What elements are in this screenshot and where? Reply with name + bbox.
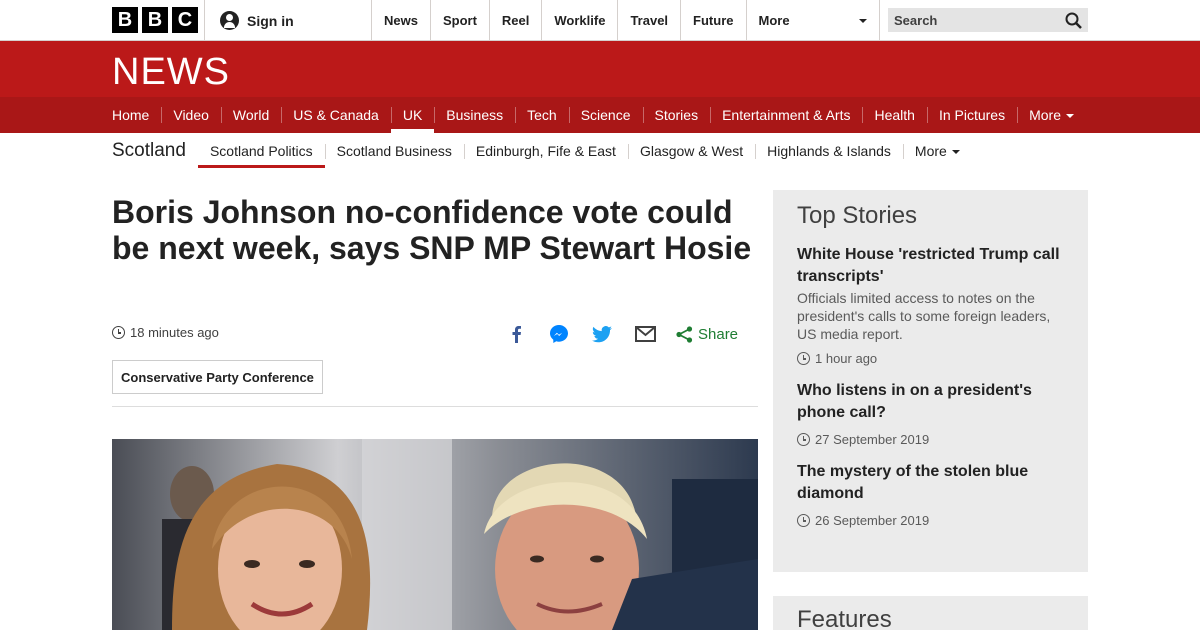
twitter-icon[interactable] xyxy=(590,322,614,346)
chevron-down-icon xyxy=(1066,114,1074,118)
top-nav-news[interactable]: News xyxy=(371,0,430,41)
search-box[interactable] xyxy=(888,8,1088,32)
section-nav-health[interactable]: Health xyxy=(862,97,926,133)
section-nav-home[interactable]: Home xyxy=(112,97,161,133)
top-story-title[interactable]: Who listens in on a president's phone ca… xyxy=(797,380,1064,424)
top-nav-worklife[interactable]: Worklife xyxy=(541,0,617,41)
article-photo-illustration xyxy=(112,439,758,630)
article-timestamp: 18 minutes ago xyxy=(112,325,219,340)
top-nav-more[interactable]: More xyxy=(745,0,880,41)
top-story-summary: Officials limited access to notes on the… xyxy=(797,290,1051,342)
features-panel: Features xyxy=(773,596,1088,630)
bbc-logo-letter: B xyxy=(142,7,168,33)
top-story-time-label: 27 September 2019 xyxy=(815,432,930,447)
section-nav-entertainment-arts[interactable]: Entertainment & Arts xyxy=(710,97,862,133)
features-heading: Features xyxy=(797,606,892,630)
share-label: Share xyxy=(698,325,739,343)
messenger-icon[interactable] xyxy=(547,322,571,346)
region-title[interactable]: Scotland xyxy=(112,140,186,162)
section-nav-world[interactable]: World xyxy=(220,97,281,133)
topic-tag[interactable]: Conservative Party Conference xyxy=(112,360,323,394)
sub-nav-more-label: More xyxy=(914,143,947,159)
news-logo[interactable]: NEWS xyxy=(112,51,230,94)
sign-in-link[interactable]: Sign in xyxy=(220,0,294,41)
top-story-title[interactable]: White House 'restricted Trump call trans… xyxy=(797,244,1064,288)
sub-nav-scotland-business[interactable]: Scotland Business xyxy=(324,133,464,169)
section-nav-in-pictures[interactable]: In Pictures xyxy=(926,97,1017,133)
top-stories-panel: Top Stories White House 'restricted Trum… xyxy=(773,190,1088,572)
clock-icon xyxy=(112,326,125,339)
top-story-item[interactable]: White House 'restricted Trump call trans… xyxy=(797,244,1064,366)
news-banner: NEWS xyxy=(0,41,1200,97)
top-nav-more-label: More xyxy=(758,13,790,28)
section-nav-uk[interactable]: UK xyxy=(390,97,435,133)
sub-nav-edinburgh-fife-east[interactable]: Edinburgh, Fife & East xyxy=(463,133,628,169)
section-nav-business[interactable]: Business xyxy=(434,97,515,133)
sub-nav-highlands-islands[interactable]: Highlands & Islands xyxy=(755,133,903,169)
top-story-time: 1 hour ago xyxy=(797,351,1064,366)
section-nav-tech[interactable]: Tech xyxy=(515,97,569,133)
section-nav-science[interactable]: Science xyxy=(568,97,643,133)
search-icon[interactable] xyxy=(1065,12,1082,29)
top-stories-heading: Top Stories xyxy=(797,202,918,229)
share-button[interactable]: Share xyxy=(676,326,738,343)
top-story-item[interactable]: Who listens in on a president's phone ca… xyxy=(797,380,1064,447)
sign-in-label: Sign in xyxy=(247,12,294,29)
bbc-logo[interactable]: B B C xyxy=(112,7,198,33)
facebook-icon[interactable] xyxy=(504,322,528,346)
section-nav-stories[interactable]: Stories xyxy=(642,97,711,133)
clock-icon xyxy=(797,514,810,527)
top-nav-future[interactable]: Future xyxy=(680,0,745,41)
clock-icon xyxy=(797,433,810,446)
clock-icon xyxy=(797,352,810,365)
timestamp-label: 18 minutes ago xyxy=(130,325,219,340)
user-icon xyxy=(220,11,239,30)
chevron-down-icon xyxy=(951,150,960,154)
share-tools: Share xyxy=(504,322,738,346)
bbc-top-bar: B B C Sign in News Sport Reel Worklife T… xyxy=(0,0,1200,41)
sub-nav: Scotland Scotland Politics Scotland Busi… xyxy=(112,133,972,169)
top-story-time-label: 26 September 2019 xyxy=(815,513,930,528)
bbc-logo-letter: C xyxy=(172,7,198,33)
sub-nav-more[interactable]: More xyxy=(902,133,972,169)
divider xyxy=(112,406,758,407)
section-nav-more-label: More xyxy=(1029,107,1061,123)
chevron-down-icon xyxy=(858,18,867,23)
section-nav-bar: Home Video World US & Canada UK Business… xyxy=(0,97,1200,133)
section-nav-us-canada[interactable]: US & Canada xyxy=(281,97,391,133)
email-icon[interactable] xyxy=(633,322,657,346)
section-nav-video[interactable]: Video xyxy=(161,97,221,133)
top-story-time: 26 September 2019 xyxy=(797,513,1064,528)
article-headline: Boris Johnson no-confidence vote could b… xyxy=(112,194,752,266)
top-nav-sport[interactable]: Sport xyxy=(429,0,489,41)
search-input[interactable] xyxy=(894,12,1044,28)
section-nav: Home Video World US & Canada UK Business… xyxy=(112,97,1086,133)
article-photo xyxy=(112,439,758,630)
top-story-title[interactable]: The mystery of the stolen blue diamond xyxy=(797,461,1064,505)
top-story-item[interactable]: The mystery of the stolen blue diamond 2… xyxy=(797,461,1064,528)
section-nav-more[interactable]: More xyxy=(1017,97,1086,133)
top-story-time: 27 September 2019 xyxy=(797,432,1064,447)
sub-nav-scotland-politics[interactable]: Scotland Politics xyxy=(197,133,325,169)
top-nav: News Sport Reel Worklife Travel Future M… xyxy=(371,0,880,41)
share-icon xyxy=(676,325,693,343)
divider xyxy=(204,0,205,41)
top-story-time-label: 1 hour ago xyxy=(815,351,878,366)
bbc-logo-letter: B xyxy=(112,7,138,33)
top-nav-travel[interactable]: Travel xyxy=(617,0,680,41)
top-nav-reel[interactable]: Reel xyxy=(488,0,541,41)
sub-nav-glasgow-west[interactable]: Glasgow & West xyxy=(627,133,755,169)
